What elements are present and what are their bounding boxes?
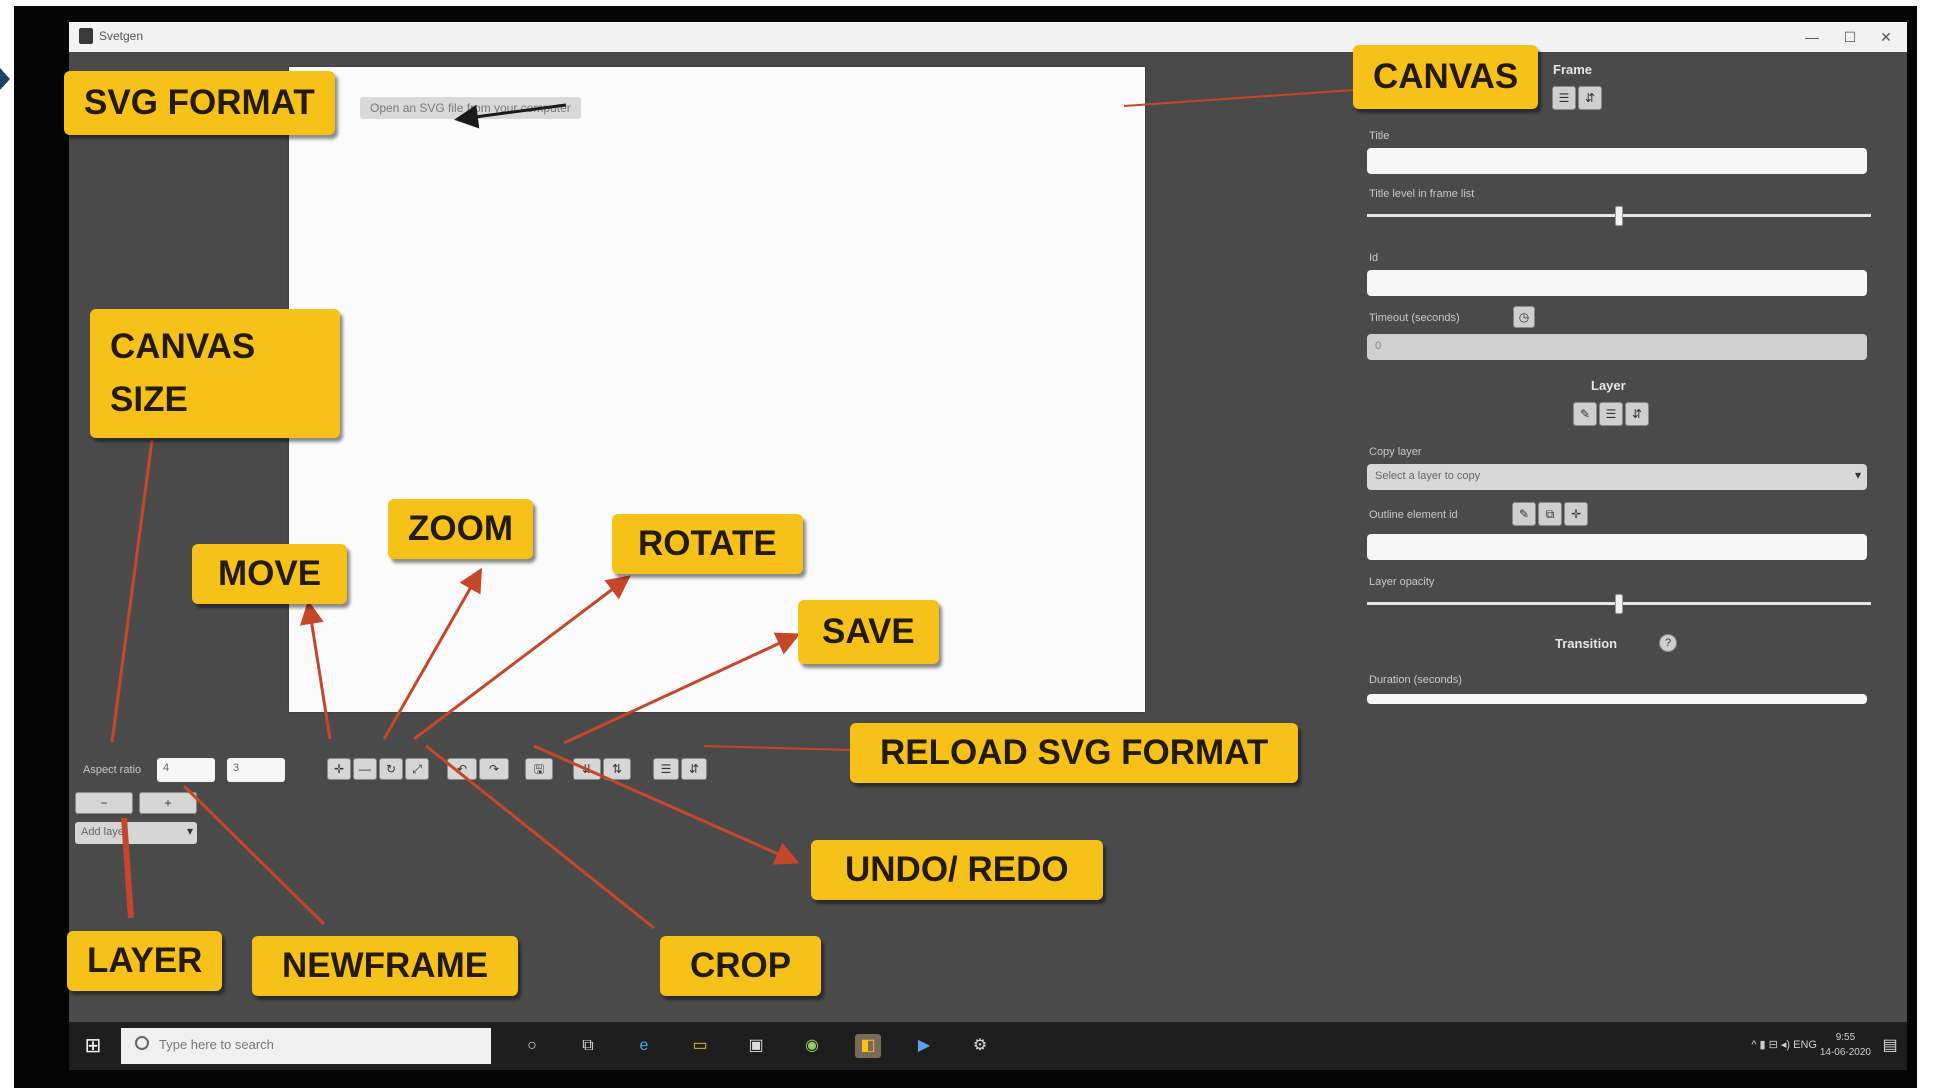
canvas-arrow	[1123, 89, 1355, 107]
callout-newframe: NEWFRAME	[252, 936, 519, 996]
zoom-arrow	[382, 567, 482, 740]
save-arrow	[563, 632, 801, 745]
stage: Svetgen — ☐ ✕ Open an SVG file from your…	[0, 0, 1960, 1091]
canvas-size-arrow	[110, 439, 154, 743]
callout-canvas: CANVAS	[1353, 45, 1539, 109]
move-arrow	[299, 600, 332, 740]
crop-arrow	[425, 744, 655, 930]
callout-move: MOVE	[192, 544, 348, 604]
callout-crop: CROP	[660, 936, 822, 996]
layer-arrow	[121, 817, 134, 919]
undo-redo-arrow	[533, 744, 800, 865]
callout-reload-svg-format: RELOAD SVG FORMAT	[850, 723, 1299, 783]
callout-save: SAVE	[798, 600, 939, 664]
svg-format-arrow	[454, 103, 567, 129]
callout-svg-format: SVG FORMAT	[64, 71, 335, 135]
side-arrow-icon	[0, 68, 10, 90]
callout-layer: LAYER	[67, 931, 223, 991]
callout-zoom: ZOOM	[388, 499, 533, 559]
callout-undo-redo: UNDO/ REDO	[811, 840, 1103, 900]
newframe-arrow	[182, 784, 326, 926]
reload-svg-arrow	[703, 745, 851, 751]
callout-rotate: ROTATE	[612, 514, 803, 574]
video-frame: Svetgen — ☐ ✕ Open an SVG file from your…	[14, 6, 1917, 1088]
rotate-arrow	[413, 575, 631, 741]
callout-canvas-size: CANVAS SIZE	[90, 309, 340, 438]
